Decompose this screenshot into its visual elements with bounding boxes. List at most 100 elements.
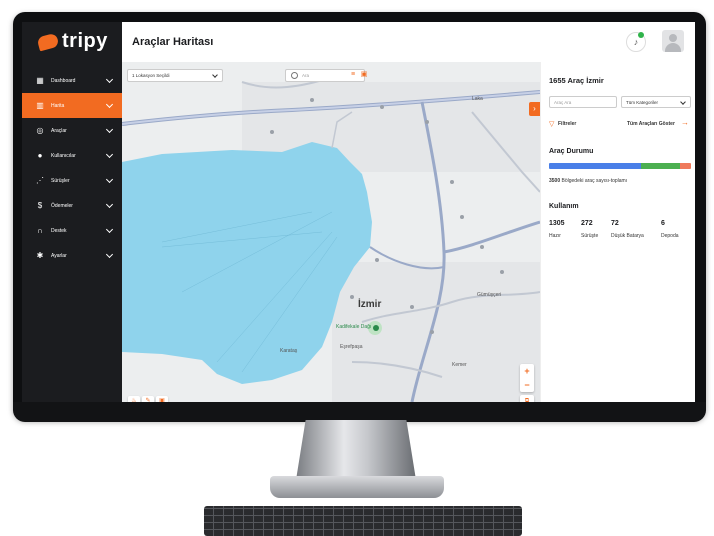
panel-toggle-button[interactable]: › <box>529 102 540 116</box>
screen: tripy ▦ Dashboard ▥ Harita ◎ Araçlar ● K… <box>22 22 695 402</box>
grid-icon: ▦ <box>36 75 44 85</box>
usage-stat: 272 Sürüşte <box>581 220 611 239</box>
monitor-stand-neck <box>296 420 416 480</box>
usage-label: Depoda <box>661 233 679 239</box>
status-bar <box>549 163 691 169</box>
usage-value: 272 <box>581 220 593 227</box>
scooter-icon: ◎ <box>36 125 44 135</box>
status-bar-segment <box>549 163 642 169</box>
map-bottom-tools: ♨ ✎ ▣ <box>128 396 168 402</box>
arrow-right-icon[interactable]: → <box>681 118 689 127</box>
calendar-icon[interactable]: ▣ <box>360 71 368 79</box>
logo-text: tripy <box>62 30 108 52</box>
category-select[interactable]: Tüm Kategoriler <box>621 96 691 108</box>
category-select-value: Tüm Kategoriler <box>626 99 659 105</box>
status-title: Araç Durumu <box>549 148 594 155</box>
usage-title: Kullanım <box>549 203 579 210</box>
list-icon[interactable]: ≡ <box>349 71 357 79</box>
sidebar-item-label: Sürüşler <box>51 177 70 184</box>
district-label: Kemer <box>452 362 467 368</box>
edit-icon[interactable]: ✎ <box>142 396 154 402</box>
headset-icon: ∩ <box>37 225 43 235</box>
chevron-down-icon <box>105 225 114 234</box>
usage-stats: 1305 Hazır 272 Sürüşte 72 Düşük Batarya … <box>549 220 693 239</box>
sidebar-item-label: Dashboard <box>51 77 76 84</box>
status-bar-segment <box>679 163 691 169</box>
chevron-down-icon <box>680 99 686 105</box>
chevron-down-icon <box>105 200 114 209</box>
payment-icon: $ <box>37 200 43 210</box>
logo-mark-icon <box>36 32 60 51</box>
sidebar: tripy ▦ Dashboard ▥ Harita ◎ Araçlar ● K… <box>22 22 122 402</box>
keyboard <box>204 506 522 536</box>
sidebar-item-label: Kullanıcılar <box>51 152 76 159</box>
location-select-value: 1 Lokasyon Seçildi <box>132 73 170 78</box>
usage-value: 72 <box>611 220 619 227</box>
city-label: İzmir <box>358 299 382 310</box>
castle-label: Kadifekale Dağı <box>336 324 372 330</box>
status-bar-segment <box>641 163 680 169</box>
notification-dot <box>638 32 644 38</box>
monitor-chin <box>13 402 706 422</box>
zoom-controls: + − <box>520 364 534 392</box>
filter-icon[interactable]: ▽ <box>549 120 554 128</box>
monitor-stand-base <box>270 476 444 498</box>
chevron-down-icon <box>105 75 114 84</box>
vehicle-count-text: Bölgedeki araç sayısı-toplamı <box>561 178 628 184</box>
sidebar-item-label: Araçlar <box>51 127 67 134</box>
panel-title: 1655 Araç İzmir <box>549 76 604 85</box>
district-label: Laka <box>472 96 483 102</box>
map-search-placeholder: Ara <box>302 73 310 78</box>
map-view[interactable]: 1 Lokasyon Seçildi Ara ≡ ▣ Laka Karataş … <box>122 62 540 402</box>
sidebar-item-label: Harita <box>51 102 65 109</box>
header: Araçlar Haritası ♪ <box>122 22 695 63</box>
district-label: Eşrefpaşa <box>340 344 363 350</box>
chevron-down-icon <box>105 175 114 184</box>
zoom-in-button[interactable]: + <box>520 364 534 378</box>
usage-stat: 1305 Hazır <box>549 220 581 239</box>
usage-label: Sürüşte <box>581 233 599 239</box>
logo[interactable]: tripy <box>36 30 108 53</box>
user-icon: ● <box>37 150 43 160</box>
zoom-out-button[interactable]: − <box>520 378 534 392</box>
sidebar-item-ayarlar[interactable]: ✱ Ayarlar <box>22 243 122 268</box>
vehicle-search-placeholder: Araç Ara <box>554 99 572 105</box>
sidebar-nav: ▦ Dashboard ▥ Harita ◎ Araçlar ● Kullanı… <box>22 68 122 268</box>
location-select[interactable]: 1 Lokasyon Seçildi <box>127 69 223 82</box>
chevron-down-icon <box>105 125 114 134</box>
avatar[interactable] <box>662 30 684 52</box>
chevron-down-icon <box>105 100 114 109</box>
filters-link[interactable]: Filtreler <box>558 121 576 127</box>
map-icon: ▥ <box>36 100 44 110</box>
usage-value: 1305 <box>549 220 565 227</box>
search-icon <box>291 72 298 79</box>
vehicle-count-value: 3500 <box>549 178 561 184</box>
chevron-down-icon <box>105 250 114 259</box>
show-all-vehicles-link[interactable]: Tüm Araçları Göster <box>627 121 675 127</box>
fire-icon[interactable]: ♨ <box>128 396 140 402</box>
chevron-down-icon <box>105 150 114 159</box>
vehicle-search-input[interactable]: Araç Ara <box>549 96 617 108</box>
district-label: Karataş <box>280 348 298 354</box>
sidebar-item-suruslar[interactable]: ⋰ Sürüşler <box>22 168 122 193</box>
sidebar-item-kullanicilar[interactable]: ● Kullanıcılar <box>22 143 122 168</box>
sidebar-item-destek[interactable]: ∩ Destek <box>22 218 122 243</box>
gear-icon: ✱ <box>36 250 44 260</box>
sidebar-item-harita[interactable]: ▥ Harita <box>22 93 122 118</box>
sidebar-item-odemeler[interactable]: $ Ödemeler <box>22 193 122 218</box>
route-icon: ⋰ <box>36 175 44 185</box>
usage-label: Hazır <box>549 233 561 239</box>
image-icon[interactable]: ▣ <box>156 396 168 402</box>
page-title: Araçlar Haritası <box>132 36 214 48</box>
vehicle-panel: 1655 Araç İzmir Araç Ara Tüm Kategoriler… <box>540 62 695 402</box>
vehicle-count: 3500 Bölgedeki araç sayısı-toplamı <box>549 178 627 184</box>
usage-stat: 6 Depoda <box>661 220 691 239</box>
district-label: Gümüşçeri <box>477 292 502 298</box>
map-canvas[interactable] <box>122 62 540 402</box>
sidebar-item-araclar[interactable]: ◎ Araçlar <box>22 118 122 143</box>
usage-value: 6 <box>661 220 665 227</box>
chevron-down-icon <box>212 72 218 78</box>
sidebar-item-label: Ayarlar <box>51 252 67 259</box>
layers-icon[interactable]: ⧉ <box>520 395 534 402</box>
sidebar-item-dashboard[interactable]: ▦ Dashboard <box>22 68 122 93</box>
